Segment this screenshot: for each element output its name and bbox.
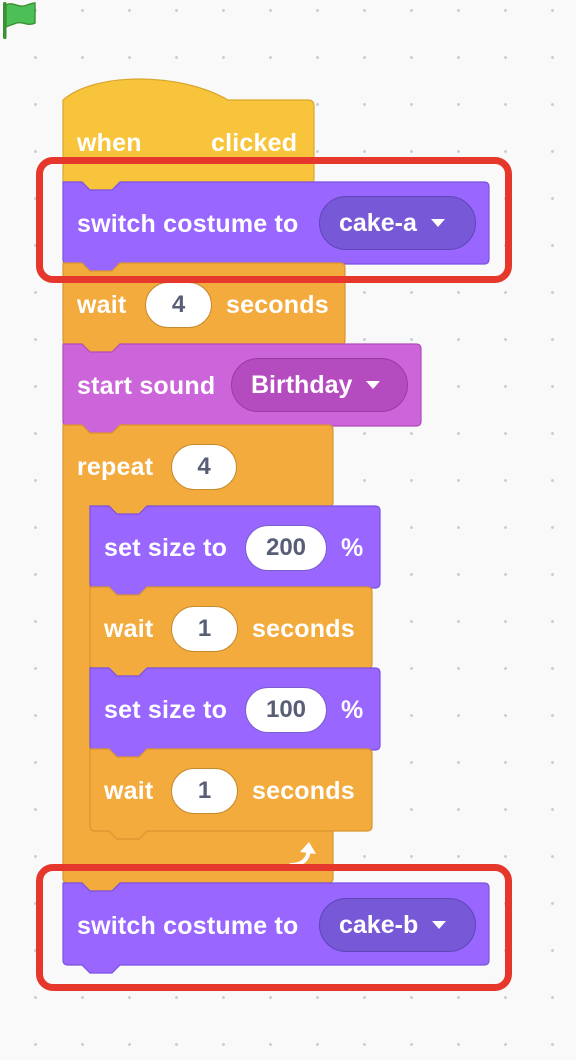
costume-dropdown[interactable]: cake-b — [319, 898, 476, 952]
wait-seconds-input[interactable]: 1 — [171, 606, 238, 652]
chevron-down-icon — [430, 219, 445, 227]
sound-dropdown[interactable]: Birthday — [231, 358, 408, 412]
chevron-down-icon — [432, 921, 447, 929]
wait-seconds-input[interactable]: 1 — [171, 768, 238, 814]
chevron-down-icon — [366, 381, 381, 389]
size-input[interactable]: 100 — [245, 687, 327, 733]
sound-dropdown-value: Birthday — [251, 370, 353, 399]
green-flag-icon — [3, 2, 36, 39]
size-input[interactable]: 200 — [245, 525, 327, 571]
costume-dropdown-value: cake-b — [339, 910, 419, 939]
costume-dropdown[interactable]: cake-a — [319, 196, 476, 250]
wait-seconds-input[interactable]: 4 — [145, 282, 212, 328]
repeat-count-input[interactable]: 4 — [171, 444, 237, 490]
costume-dropdown-value: cake-a — [339, 208, 417, 237]
